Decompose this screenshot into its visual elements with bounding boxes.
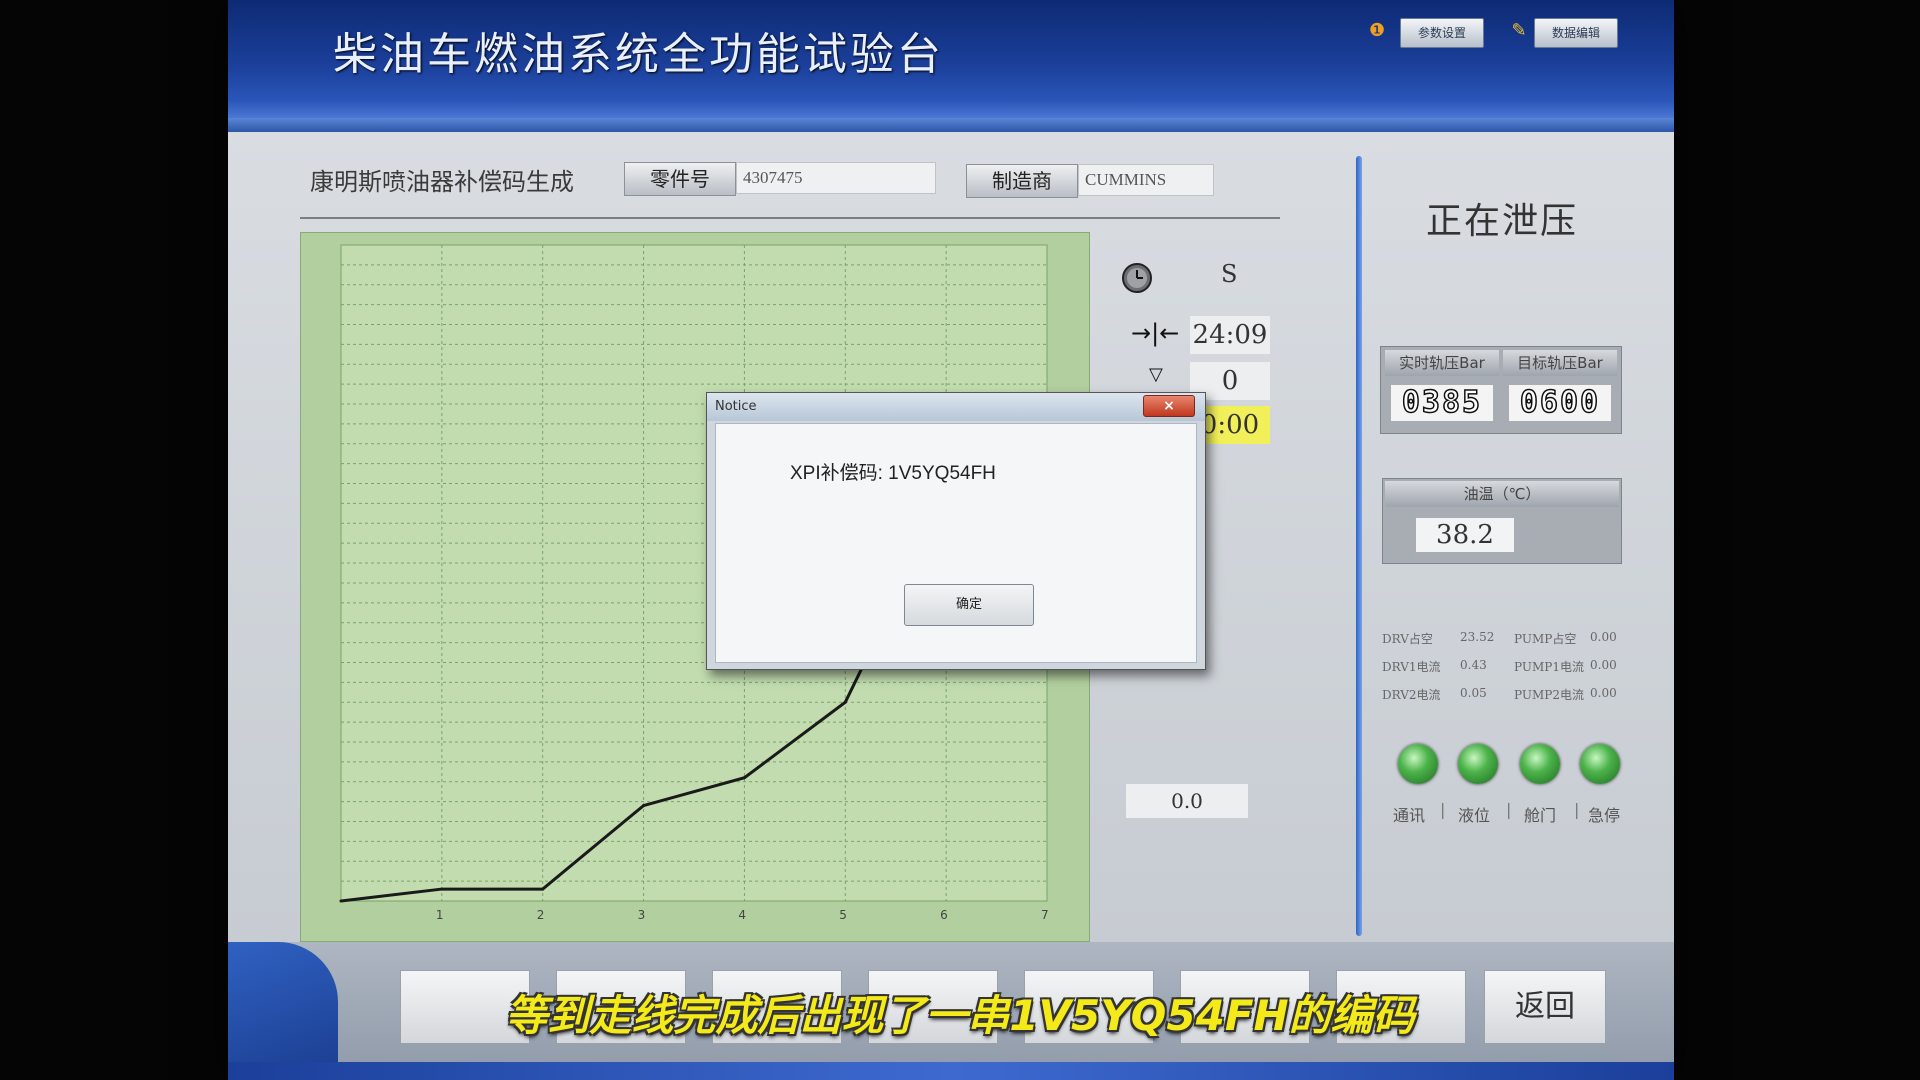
indicator-label: 通讯 — [1393, 806, 1426, 825]
divider — [300, 217, 1280, 219]
oil-temp-value: 38.2 — [1416, 518, 1514, 552]
time-readout: 24:09 — [1190, 316, 1270, 354]
data-point — [339, 899, 343, 903]
time-unit: S — [1221, 260, 1238, 288]
close-button[interactable]: × — [1143, 395, 1195, 417]
stat-label: PUMP1电流 — [1514, 660, 1584, 674]
maker-field[interactable]: CUMMINS — [1078, 164, 1214, 196]
data-point — [440, 887, 444, 891]
data-point — [843, 700, 847, 704]
x-tick-label: 3 — [638, 908, 646, 922]
x-tick-label: 7 — [1041, 908, 1049, 922]
clock-icon — [1122, 263, 1152, 293]
x-tick-label: 4 — [738, 908, 746, 922]
indicator-separator: | — [1440, 800, 1446, 819]
dialog-body: XPI补偿码: 1V5YQ54FH 确定 — [715, 423, 1197, 663]
panel-divider — [1356, 156, 1362, 936]
indicator-separator: | — [1574, 800, 1580, 819]
level-indicator-led — [1458, 744, 1498, 784]
stat-label: DRV1电流 — [1382, 660, 1441, 674]
stat-value: 23.52 — [1460, 630, 1495, 644]
x-tick-label: 2 — [537, 908, 545, 922]
stat-value: 0.05 — [1460, 686, 1487, 700]
value-readout: 0.0 — [1126, 784, 1248, 818]
comm-indicator-led — [1398, 744, 1438, 784]
stat-label: PUMP2电流 — [1514, 688, 1584, 702]
data-point — [541, 887, 545, 891]
compress-icon: →|← — [1131, 319, 1180, 347]
stat-value: 0.43 — [1460, 658, 1487, 672]
app-header: 柴油车燃油系统全功能试验台 ❶ 参数设置 ✎ 数据编辑 — [228, 0, 1674, 118]
door-indicator-led — [1520, 744, 1560, 784]
stat-label: PUMP占空 — [1514, 632, 1577, 646]
indicator-label: 舱门 — [1524, 806, 1557, 825]
rail-target-value: 0600 — [1509, 384, 1611, 421]
rail-target-label: 目标轨压Bar — [1503, 350, 1617, 376]
dialog-titlebar[interactable]: Notice × — [707, 393, 1205, 421]
ok-button[interactable]: 确定 — [904, 584, 1034, 626]
stat-value: 0.00 — [1590, 686, 1617, 700]
oil-temp-label: 油温（℃） — [1385, 481, 1619, 507]
param-settings-button[interactable]: 参数设置 — [1400, 18, 1484, 48]
rail-actual-value: 0385 — [1391, 384, 1493, 421]
app-title: 柴油车燃油系统全功能试验台 — [333, 29, 944, 80]
data-point — [742, 776, 746, 780]
maker-label: 制造商 — [966, 164, 1078, 198]
estop-indicator-led — [1580, 744, 1620, 784]
stat-label: DRV占空 — [1382, 632, 1433, 646]
rail-actual-label: 实时轨压Bar — [1385, 350, 1499, 376]
pencil-icon[interactable]: ✎ — [1508, 20, 1530, 42]
dialog-message: XPI补偿码: 1V5YQ54FH — [790, 463, 996, 484]
part-no-field[interactable]: 4307475 — [736, 162, 936, 194]
status-text: 正在泄压 — [1426, 201, 1579, 242]
x-tick-label: 6 — [940, 908, 948, 922]
video-subtitle: 等到走线完成后出现了一串1V5YQ54FH的编码 — [505, 991, 1415, 1040]
notice-dialog: Notice × XPI补偿码: 1V5YQ54FH 确定 — [706, 392, 1206, 670]
stat-label: DRV2电流 — [1382, 688, 1441, 702]
x-tick-label: 1 — [436, 908, 444, 922]
indicator-separator: | — [1506, 800, 1512, 819]
data-edit-button[interactable]: 数据编辑 — [1534, 18, 1618, 48]
funnel-icon: ▽ — [1149, 364, 1163, 385]
data-point — [642, 804, 646, 808]
x-tick-label: 5 — [839, 908, 847, 922]
toolbar-stripe — [228, 1062, 1674, 1080]
help-icon[interactable]: ❶ — [1366, 20, 1388, 42]
indicator-label: 液位 — [1458, 806, 1491, 825]
part-no-label: 零件号 — [624, 162, 736, 196]
header-stripe — [228, 118, 1674, 132]
dialog-title: Notice — [715, 399, 757, 414]
stat-value: 0.00 — [1590, 630, 1617, 644]
rail-pressure-box: 实时轨压Bar 目标轨压Bar 0385 0600 — [1380, 346, 1622, 434]
indicator-label: 急停 — [1588, 806, 1621, 825]
form-title: 康明斯喷油器补偿码生成 — [310, 168, 574, 196]
stat-value: 0.00 — [1590, 658, 1617, 672]
